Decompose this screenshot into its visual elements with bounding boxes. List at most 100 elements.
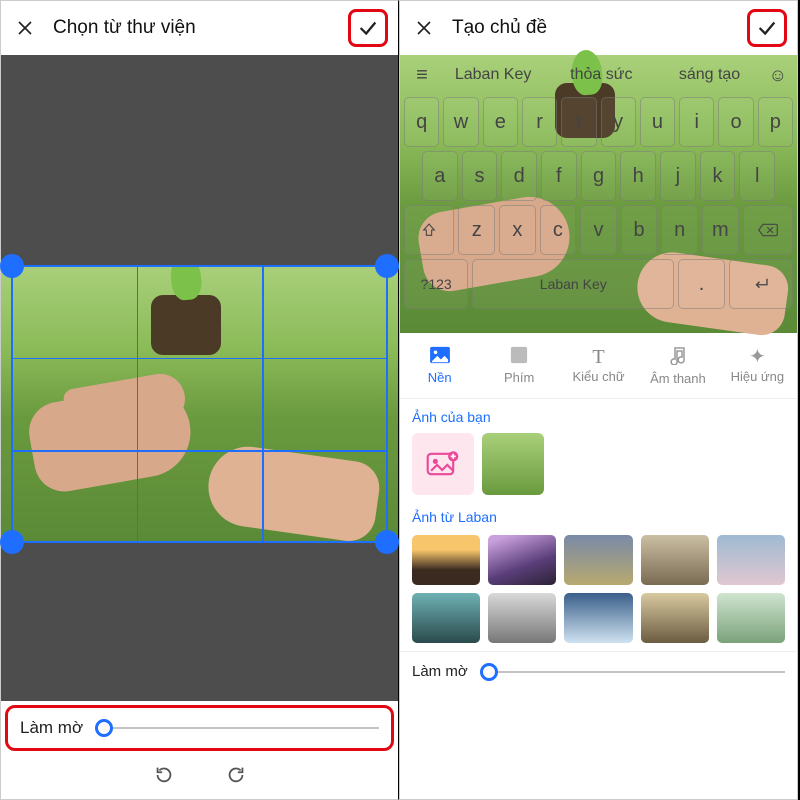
key[interactable]: a — [422, 151, 458, 201]
crop-frame[interactable] — [11, 265, 388, 543]
suggestion-word[interactable]: thỏa sức — [552, 66, 650, 84]
crop-handle-tr[interactable] — [375, 254, 399, 278]
key[interactable]: z — [458, 205, 495, 255]
crop-handle-bl[interactable] — [0, 530, 24, 554]
blur-slider[interactable] — [95, 718, 379, 738]
enter-key[interactable] — [729, 259, 793, 309]
confirm-button[interactable] — [348, 9, 388, 47]
sparkle-icon: ✦ — [749, 347, 766, 367]
key[interactable]: f — [541, 151, 577, 201]
gallery-thumb[interactable] — [412, 535, 480, 585]
tab-effects[interactable]: ✦ Hiệu ứng — [718, 333, 797, 398]
key-row: a s d f g h j k l — [404, 151, 793, 201]
blur-label: Làm mờ — [412, 663, 468, 680]
key[interactable]: w — [443, 97, 478, 147]
tab-sound[interactable]: Âm thanh — [638, 333, 717, 398]
tab-label: Âm thanh — [650, 371, 706, 386]
gallery-thumb[interactable] — [488, 593, 556, 643]
symbols-key[interactable]: ?123 — [404, 259, 468, 309]
key[interactable]: o — [718, 97, 753, 147]
laban-gallery — [400, 535, 797, 651]
slider-thumb[interactable] — [95, 719, 113, 737]
key[interactable]: n — [661, 205, 698, 255]
menu-icon[interactable]: ≡ — [410, 64, 434, 87]
add-photo-button[interactable] — [412, 433, 474, 495]
gallery-thumb[interactable] — [412, 593, 480, 643]
key[interactable]: k — [700, 151, 736, 201]
key[interactable]: g — [581, 151, 617, 201]
rotate-cw-icon[interactable] — [225, 764, 247, 786]
close-button[interactable] — [410, 14, 438, 42]
rotate-ccw-icon[interactable] — [153, 764, 175, 786]
key[interactable]: u — [640, 97, 675, 147]
key[interactable]: m — [702, 205, 739, 255]
key[interactable]: b — [621, 205, 658, 255]
suggestion-bar: ≡ Laban Key thỏa sức sáng tạo ☺ — [400, 55, 797, 95]
crop-handle-tl[interactable] — [0, 254, 24, 278]
theme-tabs: Nền Phím T Kiểu chữ Âm thanh ✦ Hiệu ứng — [400, 333, 797, 399]
key[interactable]: x — [499, 205, 536, 255]
key[interactable]: s — [462, 151, 498, 201]
backspace-key[interactable] — [743, 205, 793, 255]
page-title: Tạo chủ đề — [438, 17, 747, 39]
key[interactable]: r — [522, 97, 557, 147]
key[interactable]: l — [739, 151, 775, 201]
image-icon — [429, 346, 451, 368]
keyboard-preview: ≡ Laban Key thỏa sức sáng tạo ☺ q w e r … — [400, 55, 797, 333]
key[interactable]: v — [580, 205, 617, 255]
section-title: Ảnh của bạn — [412, 409, 785, 425]
key[interactable]: h — [620, 151, 656, 201]
key[interactable]: d — [501, 151, 537, 201]
key[interactable]: c — [540, 205, 577, 255]
tab-label: Phím — [504, 370, 534, 385]
slider-thumb[interactable] — [480, 663, 498, 681]
header: Chọn từ thư viện — [1, 1, 398, 55]
key-row: z x c v b n m — [404, 205, 793, 255]
crop-handle-br[interactable] — [375, 530, 399, 554]
close-button[interactable] — [11, 14, 39, 42]
key[interactable]: p — [758, 97, 793, 147]
tab-keys[interactable]: Phím — [479, 333, 558, 398]
key[interactable]: y — [601, 97, 636, 147]
space-key[interactable]: Laban Key — [472, 259, 674, 309]
screen-theme: Tạo chủ đề ≡ Laban Key thỏa sức sáng tạo… — [399, 0, 798, 800]
shift-key[interactable] — [404, 205, 454, 255]
crop-stage — [1, 55, 398, 701]
blur-control: Làm mờ — [400, 651, 797, 691]
section-laban-photos: Ảnh từ Laban — [400, 499, 797, 535]
key-row: q w e r t y u i o p — [404, 97, 793, 147]
key[interactable]: t — [561, 97, 596, 147]
tab-label: Nền — [428, 370, 452, 385]
gallery-thumb[interactable] — [564, 535, 632, 585]
tab-font[interactable]: T Kiểu chữ — [559, 333, 638, 398]
section-title: Ảnh từ Laban — [412, 509, 785, 525]
gallery-thumb[interactable] — [641, 593, 709, 643]
key-row: ?123 Laban Key . — [404, 259, 793, 309]
blur-slider[interactable] — [480, 662, 785, 682]
screen-crop: Chọn từ thư viện Làm mờ — [0, 0, 399, 800]
gallery-thumb[interactable] — [641, 535, 709, 585]
blur-label: Làm mờ — [20, 718, 83, 738]
key[interactable]: q — [404, 97, 439, 147]
gallery-thumb[interactable] — [717, 535, 785, 585]
key[interactable]: i — [679, 97, 714, 147]
gallery-thumb[interactable] — [717, 593, 785, 643]
tab-label: Hiệu ứng — [731, 369, 785, 384]
emoji-icon[interactable]: ☺ — [769, 65, 787, 86]
confirm-button[interactable] — [747, 9, 787, 47]
blur-control: Làm mờ — [5, 705, 394, 751]
text-icon: T — [592, 347, 604, 367]
key[interactable]: e — [483, 97, 518, 147]
user-photo-thumb[interactable] — [482, 433, 544, 495]
suggestion-word[interactable]: Laban Key — [444, 66, 542, 84]
tab-label: Kiểu chữ — [572, 369, 624, 384]
tab-background[interactable]: Nền — [400, 333, 479, 398]
key[interactable]: j — [660, 151, 696, 201]
gallery-thumb[interactable] — [564, 593, 632, 643]
rotate-toolbar — [1, 751, 398, 799]
section-user-photos: Ảnh của bạn — [400, 399, 797, 499]
suggestion-word[interactable]: sáng tạo — [660, 66, 758, 84]
period-key[interactable]: . — [678, 259, 724, 309]
gallery-thumb[interactable] — [488, 535, 556, 585]
page-title: Chọn từ thư viện — [39, 17, 348, 39]
